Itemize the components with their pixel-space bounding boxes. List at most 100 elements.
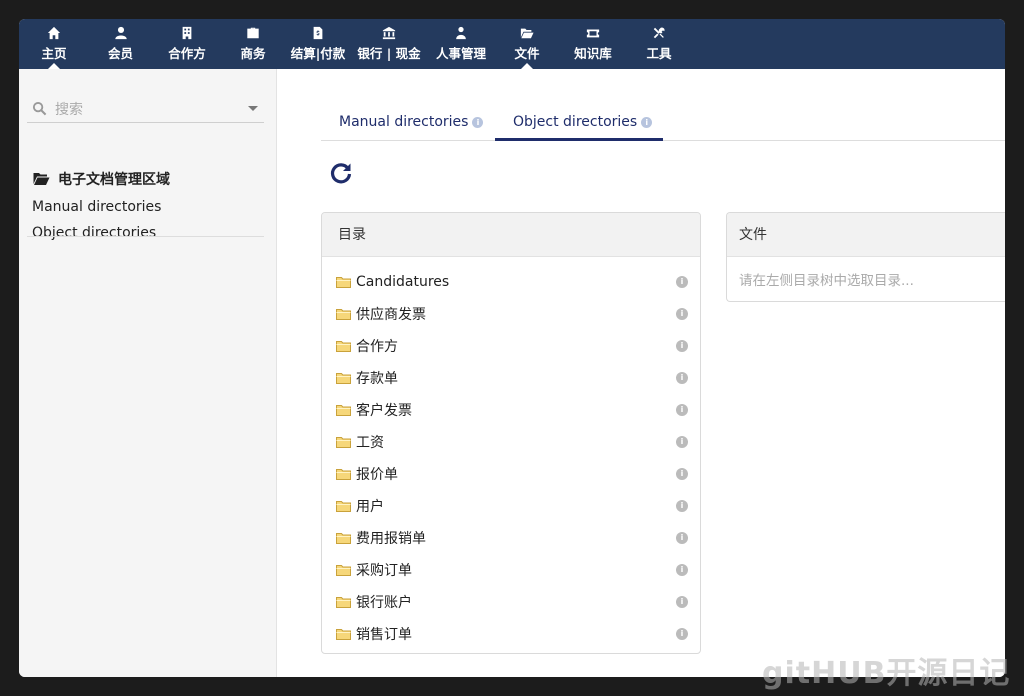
- search-input[interactable]: 搜索: [27, 95, 264, 123]
- folder-open-icon: [33, 173, 50, 185]
- nav-documents[interactable]: 文件: [496, 19, 558, 69]
- tools-icon: [653, 27, 665, 39]
- nav-business[interactable]: 商务: [222, 19, 284, 69]
- directory-item[interactable]: 银行账户 i: [336, 590, 688, 614]
- directory-label: Candidatures: [356, 274, 450, 290]
- sidebar-section-title: 电子文档管理区域: [33, 169, 170, 189]
- info-icon[interactable]: i: [676, 532, 688, 544]
- info-icon[interactable]: i: [676, 340, 688, 352]
- nav-label: 主页: [41, 46, 67, 61]
- folder-icon: [336, 565, 351, 576]
- info-icon[interactable]: i: [676, 372, 688, 384]
- nav-home[interactable]: 主页: [19, 19, 89, 69]
- nav-settlement[interactable]: 结算|付款: [284, 19, 352, 69]
- folder-icon: [336, 437, 351, 448]
- home-icon: [47, 26, 61, 40]
- chevron-down-icon[interactable]: [248, 106, 258, 111]
- tab-bar: Manual directories i Object directories …: [321, 103, 1005, 141]
- file-invoice-icon: [313, 26, 323, 40]
- nav-label: 合作方: [168, 46, 206, 61]
- folder-icon: [336, 309, 351, 320]
- info-icon[interactable]: i: [676, 468, 688, 480]
- refresh-icon[interactable]: [329, 161, 353, 185]
- info-icon[interactable]: i: [676, 500, 688, 512]
- tab-object-directories[interactable]: Object directories i: [495, 103, 663, 141]
- file-panel: 文件 请在左侧目录树中选取目录...: [726, 212, 1005, 302]
- folder-icon: [336, 501, 351, 512]
- directory-panel-title: 目录: [322, 213, 700, 257]
- nav-label: 文件: [514, 46, 540, 61]
- tab-label: Object directories: [513, 114, 638, 130]
- directory-item[interactable]: 合作方 i: [336, 334, 688, 358]
- info-icon[interactable]: i: [676, 404, 688, 416]
- sidebar-section-label: 电子文档管理区域: [58, 172, 170, 188]
- directory-item[interactable]: 报价单 i: [336, 462, 688, 486]
- directory-item[interactable]: Candidatures i: [336, 270, 688, 294]
- folder-icon: [336, 597, 351, 608]
- watermark: gitHUB开源日记: [762, 656, 1011, 691]
- directory-label: 存款单: [356, 371, 398, 387]
- info-icon[interactable]: i: [641, 117, 653, 128]
- directory-item[interactable]: 采购订单 i: [336, 558, 688, 582]
- directory-label: 费用报销单: [356, 531, 426, 547]
- directory-label: 供应商发票: [356, 307, 426, 323]
- folder-icon: [336, 533, 351, 544]
- info-icon[interactable]: i: [676, 596, 688, 608]
- info-icon[interactable]: i: [472, 117, 484, 128]
- folder-icon: [336, 373, 351, 384]
- info-icon[interactable]: i: [676, 628, 688, 640]
- directory-panel: 目录 Candidatures i 供应商发票 i 合作方 i 存款单 i 客户发票 i 工资 i 报价…: [321, 212, 701, 654]
- folder-icon: [336, 469, 351, 480]
- directory-label: 采购订单: [356, 563, 412, 579]
- search-icon: [32, 101, 47, 116]
- app-window: 主页 会员 合作方 商务 结算|付款 银行 | 现金 人事管理 文件 知识库 工…: [19, 19, 1005, 677]
- nav-label: 知识库: [574, 46, 612, 61]
- file-panel-title: 文件: [727, 213, 1005, 257]
- nav-tools[interactable]: 工具: [628, 19, 690, 69]
- nav-label: 银行 | 现金: [357, 46, 421, 61]
- nav-bank[interactable]: 银行 | 现金: [352, 19, 426, 69]
- tab-manual-directories[interactable]: Manual directories i: [339, 103, 484, 141]
- briefcase-icon: [247, 27, 259, 39]
- folder-open-icon: [520, 28, 534, 39]
- directory-item[interactable]: 工资 i: [336, 430, 688, 454]
- directory-item[interactable]: 费用报销单 i: [336, 526, 688, 550]
- directory-label: 用户: [356, 499, 384, 515]
- info-icon[interactable]: i: [676, 276, 688, 288]
- users-icon: [456, 26, 466, 40]
- nav-label: 商务: [240, 46, 266, 61]
- nav-label: 人事管理: [435, 46, 486, 61]
- ticket-icon: [586, 29, 600, 38]
- directory-item[interactable]: 用户 i: [336, 494, 688, 518]
- info-icon[interactable]: i: [676, 308, 688, 320]
- nav-partners[interactable]: 合作方: [152, 19, 222, 69]
- sidebar-item-manual-directories[interactable]: Manual directories: [32, 199, 161, 215]
- search-placeholder: 搜索: [55, 101, 83, 118]
- sidebar: 搜索 电子文档管理区域 Manual directories Object di…: [19, 69, 277, 677]
- directory-label: 销售订单: [356, 627, 412, 643]
- nav-members[interactable]: 会员: [89, 19, 152, 69]
- directory-label: 报价单: [356, 467, 398, 483]
- directory-item[interactable]: 存款单 i: [336, 366, 688, 390]
- directory-item[interactable]: 销售订单 i: [336, 622, 688, 646]
- info-icon[interactable]: i: [676, 564, 688, 576]
- sidebar-item-object-directories[interactable]: Object directories: [32, 225, 156, 241]
- folder-icon: [336, 405, 351, 416]
- sidebar-divider: [27, 236, 264, 237]
- directory-item[interactable]: 客户发票 i: [336, 398, 688, 422]
- directory-label: 工资: [356, 435, 384, 451]
- directory-item[interactable]: 供应商发票 i: [336, 302, 688, 326]
- info-icon[interactable]: i: [676, 436, 688, 448]
- nav-hr[interactable]: 人事管理: [426, 19, 496, 69]
- directory-label: 合作方: [356, 339, 398, 355]
- nav-knowledge[interactable]: 知识库: [558, 19, 628, 69]
- top-navigation: 主页 会员 合作方 商务 结算|付款 银行 | 现金 人事管理 文件 知识库 工…: [19, 19, 1005, 69]
- file-panel-hint: 请在左侧目录树中选取目录...: [739, 273, 914, 289]
- nav-label: 会员: [107, 46, 133, 61]
- building-icon: [182, 26, 192, 40]
- folder-icon: [336, 629, 351, 640]
- bank-icon: [382, 26, 396, 40]
- folder-icon: [336, 341, 351, 352]
- main-content: Manual directories i Object directories …: [277, 69, 1005, 677]
- user-icon: [114, 26, 127, 40]
